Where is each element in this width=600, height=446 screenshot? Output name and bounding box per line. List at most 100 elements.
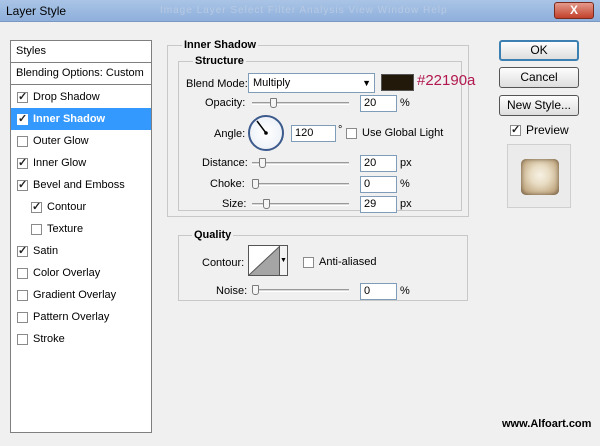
distance-input[interactable]: 20 [360,155,397,172]
style-item-satin[interactable]: Satin [11,240,151,262]
size-input[interactable]: 29 [360,196,397,213]
size-slider-thumb[interactable] [263,199,270,209]
style-checkbox[interactable] [17,112,28,125]
style-checkbox[interactable] [17,267,28,279]
angle-needle-icon [256,120,268,135]
style-item-label: Satin [33,245,59,257]
style-item-gradient-overlay[interactable]: Gradient Overlay [11,284,151,306]
style-item-label: Texture [47,223,84,235]
style-checkbox[interactable] [17,311,28,323]
use-global-light-box[interactable] [346,127,357,139]
angle-label: Angle: [214,128,246,140]
choke-unit: % [400,178,410,190]
use-global-light-checkbox[interactable]: Use Global Light [346,127,443,139]
background-menu-ghost: Image Layer Select Filter Analysis View … [160,5,448,16]
contour-dropdown-button[interactable]: ▼ [279,246,287,275]
use-global-light-label: Use Global Light [362,127,444,139]
contour-label: Contour: [202,257,245,269]
noise-slider-thumb[interactable] [252,285,259,295]
angle-input[interactable]: 120 [291,125,336,142]
styles-header[interactable]: Styles [11,41,151,63]
shadow-color-hex-label: #22190a [417,72,476,89]
style-item-bevel-emboss[interactable]: Bevel and Emboss [11,174,151,196]
style-checkbox[interactable] [17,178,28,191]
angle-unit: ° [338,124,343,136]
style-checkbox[interactable] [31,223,42,235]
style-item-texture[interactable]: Texture [11,218,151,240]
choke-input[interactable]: 0 [360,176,397,193]
noise-unit: % [400,285,410,297]
cancel-button[interactable]: Cancel [499,67,579,88]
preview-label: Preview [526,123,569,137]
style-checkbox[interactable] [17,244,28,257]
choke-label: Choke: [210,178,245,190]
style-item-inner-shadow[interactable]: Inner Shadow [11,108,151,130]
noise-input[interactable]: 0 [360,283,397,300]
style-checkbox[interactable] [17,90,28,103]
styles-list: Styles Blending Options: Custom Drop Sha… [10,40,152,433]
style-item-outer-glow[interactable]: Outer Glow [11,130,151,152]
style-item-label: Inner Shadow [33,113,106,125]
style-item-color-overlay[interactable]: Color Overlay [11,262,151,284]
structure-title: Structure [193,55,246,67]
style-item-contour[interactable]: Contour [11,196,151,218]
style-item-label: Color Overlay [33,267,101,279]
new-style-button[interactable]: New Style... [499,95,579,116]
style-item-label: Contour [47,201,87,213]
blend-mode-value: Multiply [253,77,291,89]
style-item-label: Drop Shadow [33,91,100,103]
inner-shadow-title: Inner Shadow [182,39,259,51]
watermark: www.Alfoart.com [502,418,592,430]
opacity-slider-track[interactable] [252,102,349,105]
style-checkbox[interactable] [17,333,28,345]
style-checkbox[interactable] [17,135,28,147]
distance-slider-track[interactable] [252,162,349,165]
preview-box[interactable] [510,123,521,136]
blend-mode-label: Blend Mode: [186,78,248,90]
size-unit: px [400,198,412,210]
style-item-label: Outer Glow [33,135,89,147]
size-label: Size: [222,198,247,210]
quality-title: Quality [192,229,234,241]
style-item-label: Stroke [33,333,65,345]
preview-checkbox[interactable]: Preview [510,123,569,137]
style-item-label: Bevel and Emboss [33,179,125,191]
style-item-label: Pattern Overlay [33,311,110,323]
style-item-pattern-overlay[interactable]: Pattern Overlay [11,306,151,328]
choke-slider-track[interactable] [252,183,349,186]
contour-picker[interactable]: ▼ [248,245,288,276]
distance-label: Distance: [202,157,248,169]
style-item-label: Inner Glow [33,157,87,169]
opacity-slider-thumb[interactable] [270,98,277,108]
choke-slider-thumb[interactable] [252,179,259,189]
style-checkbox[interactable] [17,289,28,301]
chevron-down-icon: ▼ [362,78,371,88]
style-item-label: Gradient Overlay [33,289,117,301]
anti-aliased-checkbox[interactable]: Anti-aliased [303,256,376,268]
close-button[interactable]: X [554,2,594,19]
title-bar: Layer Style Image Layer Select Filter An… [0,0,600,22]
style-item-stroke[interactable]: Stroke [11,328,151,350]
contour-curve-icon [249,246,280,275]
opacity-label: Opacity: [205,97,246,109]
noise-label: Noise: [216,285,248,297]
distance-slider-thumb[interactable] [259,158,266,168]
style-checkbox[interactable] [31,200,42,213]
style-preview-thumbnail [507,144,571,208]
opacity-input[interactable]: 20 [360,95,397,112]
ok-button[interactable]: OK [499,40,579,61]
distance-unit: px [400,157,412,169]
preview-swatch [521,159,559,195]
anti-aliased-label: Anti-aliased [319,256,377,268]
style-item-drop-shadow[interactable]: Drop Shadow [11,86,151,108]
blending-options-item[interactable]: Blending Options: Custom [11,63,151,85]
shadow-color-swatch[interactable] [381,74,414,91]
style-checkbox[interactable] [17,156,28,169]
angle-dial[interactable] [248,115,284,151]
window-title: Layer Style [6,4,67,18]
opacity-unit: % [400,97,410,109]
noise-slider-track[interactable] [252,289,349,292]
anti-aliased-box[interactable] [303,256,314,268]
style-item-inner-glow[interactable]: Inner Glow [11,152,151,174]
blend-mode-select[interactable]: Multiply ▼ [248,73,375,93]
